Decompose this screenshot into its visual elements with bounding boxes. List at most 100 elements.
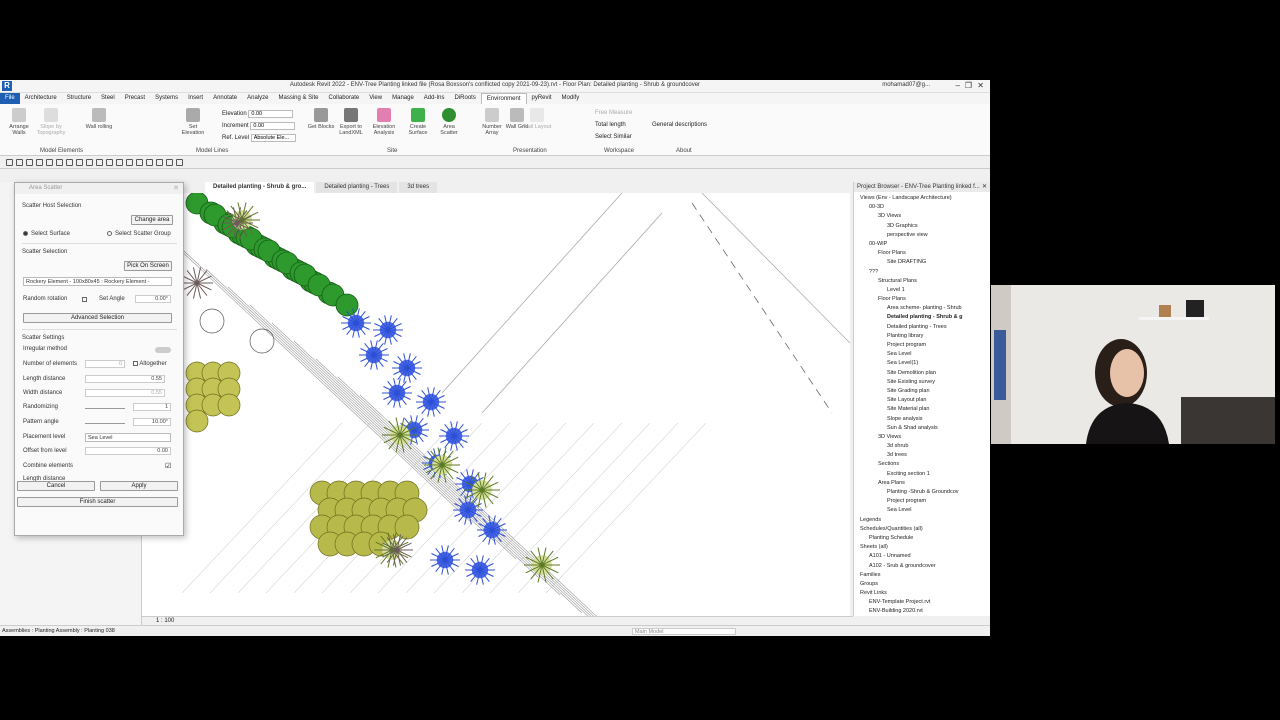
pattern-angle-input[interactable]: 10.00° [133, 418, 171, 426]
change-area-button[interactable]: Change area [131, 215, 173, 225]
browser-item[interactable]: Detailed planting - Shrub & g [854, 313, 990, 322]
browser-item[interactable]: Project program [854, 497, 990, 506]
drawing-canvas[interactable] [142, 193, 850, 616]
browser-item[interactable]: Site Demolition plan [854, 369, 990, 378]
slope-by-topography-button[interactable]: Slope by Topography [36, 108, 66, 136]
browser-item[interactable]: A101 - Unnamed [854, 552, 990, 561]
browser-item[interactable]: Area scheme- planting - Shrub [854, 304, 990, 313]
random-rotation-checkbox[interactable] [82, 297, 87, 302]
user-name[interactable]: mohamad07@g... [882, 82, 930, 88]
tab-architecture[interactable]: Architecture [20, 93, 62, 104]
browser-item[interactable]: Level 1 [854, 286, 990, 295]
free-measure-button[interactable]: Free Measure [595, 110, 632, 116]
randomizing-input[interactable]: 1 [133, 403, 171, 411]
wall-rolling-button[interactable]: Wall rolling [84, 108, 114, 130]
tab-annotate[interactable]: Annotate [208, 93, 242, 104]
browser-item[interactable]: Revit Links [854, 589, 990, 598]
select-similar-button[interactable]: Select Similar [595, 134, 632, 140]
browser-item[interactable]: 3d trees [854, 451, 990, 460]
toolbar-icon[interactable] [36, 159, 43, 166]
browser-item[interactable]: perspective view [854, 231, 990, 240]
toolbar-icon[interactable] [96, 159, 103, 166]
browser-item[interactable]: Planting Schedule [854, 534, 990, 543]
irregular-method-toggle[interactable] [155, 347, 171, 353]
toolbar-icon[interactable] [116, 159, 123, 166]
floor-plan-drawing[interactable] [142, 193, 850, 616]
area-scatter-button[interactable]: Area Scatter [434, 108, 464, 136]
toolbar-icon[interactable] [106, 159, 113, 166]
advanced-selection-button[interactable]: Advanced Selection [23, 313, 172, 323]
restore-icon[interactable]: ❐ [965, 81, 972, 90]
toolbar-icon[interactable] [86, 159, 93, 166]
select-scatter-group-radio[interactable]: Select Scatter Group [107, 231, 171, 237]
browser-item[interactable]: Floor Plans [854, 295, 990, 304]
tab-insert[interactable]: Insert [183, 93, 208, 104]
browser-item[interactable]: Site Existing survey [854, 378, 990, 387]
browser-item[interactable]: Floor Plans [854, 249, 990, 258]
toolbar-icon[interactable] [46, 159, 53, 166]
element-type-dropdown[interactable]: Rockery Element - 100x80x45 : Rockery El… [23, 277, 172, 286]
toolbar-icon[interactable] [16, 159, 23, 166]
set-elevation-button[interactable]: Set Elevation [178, 108, 208, 136]
dialog-close-icon[interactable]: ✕ [173, 184, 179, 192]
browser-item[interactable]: Site Layout plan [854, 396, 990, 405]
browser-item[interactable]: Views (Env - Landscape Architecture) [854, 194, 990, 203]
browser-item[interactable]: Planting library [854, 332, 990, 341]
browser-item[interactable]: Families [854, 571, 990, 580]
browser-item[interactable]: Detailed planting - Trees [854, 323, 990, 332]
total-length-button[interactable]: Total length [595, 122, 626, 128]
altogether-checkbox[interactable]: Altogether [133, 361, 167, 367]
browser-item[interactable]: Site Material plan [854, 405, 990, 414]
set-angle-input[interactable]: 0.00° [135, 295, 171, 303]
length-distance-input[interactable]: 0.55 [85, 375, 165, 383]
browser-item[interactable]: ??? [854, 268, 990, 277]
randomizing-slider[interactable] [85, 408, 125, 409]
tab-add-ins[interactable]: Add-Ins [419, 93, 450, 104]
browser-item[interactable]: 00-3D [854, 203, 990, 212]
get-blocks-button[interactable]: Get Blocks [306, 108, 336, 130]
browser-item[interactable]: Project program [854, 341, 990, 350]
toolbar-icon[interactable] [166, 159, 173, 166]
arrange-walls-button[interactable]: Arrange Walls [4, 108, 34, 136]
toolbar-icon[interactable] [26, 159, 33, 166]
browser-item[interactable]: Schedules/Quantities (all) [854, 525, 990, 534]
browser-item[interactable]: 3D Views [854, 212, 990, 221]
tab-analyze[interactable]: Analyze [242, 93, 273, 104]
browser-item[interactable]: ENV-Building 2020.rvt [854, 607, 990, 616]
increment-input[interactable] [250, 122, 296, 130]
browser-item[interactable]: Planting -Shrub & Groundcov [854, 488, 990, 497]
view-tab[interactable]: 3d trees [399, 182, 438, 193]
browser-item[interactable]: Area Plans [854, 479, 990, 488]
create-surface-button[interactable]: Create Surface [403, 108, 433, 136]
view-scale[interactable]: 1 : 100 [156, 618, 174, 624]
ref-level-select[interactable] [250, 134, 296, 142]
toolbar-icon[interactable] [176, 159, 183, 166]
browser-item[interactable]: Sea Level(1) [854, 359, 990, 368]
close-icon[interactable]: ✕ [977, 81, 984, 90]
toolbar-icon[interactable] [146, 159, 153, 166]
tab-environment[interactable]: Environment [480, 93, 527, 104]
browser-item[interactable]: Sheets (all) [854, 543, 990, 552]
view-tab[interactable]: Detailed planting - Trees [316, 182, 398, 193]
view-tab[interactable]: Detailed planting - Shrub & gro... [205, 182, 315, 193]
width-distance-input[interactable]: 0.55 [85, 389, 165, 397]
browser-item[interactable]: 3D Views [854, 433, 990, 442]
browser-item[interactable]: Exciting section 1 [854, 470, 990, 479]
select-surface-radio[interactable]: Select Surface [23, 231, 70, 237]
toolbar-icon[interactable] [6, 159, 13, 166]
pick-on-screen-button[interactable]: Pick On Screen [124, 261, 172, 271]
tab-collaborate[interactable]: Collaborate [324, 93, 365, 104]
cancel-button[interactable]: Cancel [17, 481, 95, 491]
tab-structure[interactable]: Structure [62, 93, 96, 104]
pattern-angle-slider[interactable] [85, 423, 125, 424]
browser-item[interactable]: Sea Level [854, 350, 990, 359]
close-icon[interactable]: ✕ [982, 182, 987, 192]
tab-precast[interactable]: Precast [120, 93, 150, 104]
browser-item[interactable]: Sections [854, 460, 990, 469]
general-descriptions-button[interactable]: General descriptions [652, 122, 707, 128]
browser-item[interactable]: 3d shrub [854, 442, 990, 451]
browser-item[interactable]: ENV-Template Project.rvt [854, 598, 990, 607]
tab-view[interactable]: View [364, 93, 387, 104]
browser-item[interactable]: Legends [854, 516, 990, 525]
tab-pyrevit[interactable]: pyRevit [527, 93, 557, 104]
